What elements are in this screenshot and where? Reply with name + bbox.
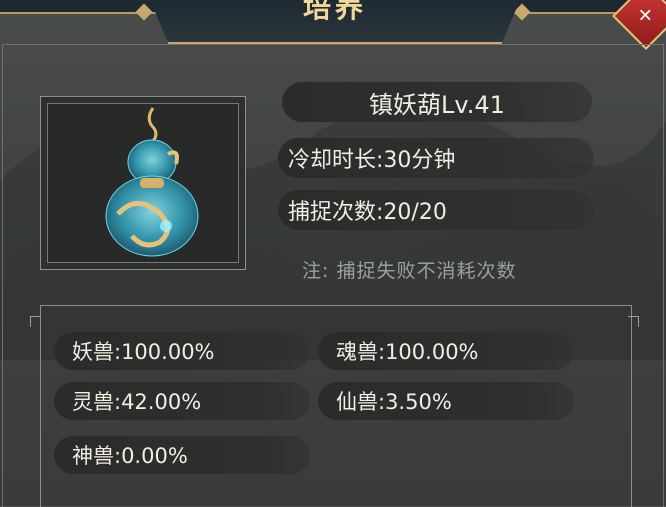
rate-shenshou: 神兽:0.00% [54, 436, 310, 474]
rate-xianshou: 仙兽:3.50% [318, 382, 574, 420]
close-icon: ✕ [638, 5, 654, 27]
gourd-icon [105, 107, 199, 257]
item-image-inner [47, 103, 239, 263]
frame-corner [628, 316, 639, 327]
rate-yaoshou: 妖兽:100.00% [54, 332, 310, 370]
cooldown-text: 冷却时长:30分钟 [278, 138, 594, 178]
rate-lingshou: 灵兽:42.00% [54, 382, 310, 420]
item-image-frame [40, 96, 246, 270]
frame-corner [30, 316, 41, 327]
title-plate: 培养 [150, 0, 520, 44]
page-title: 培养 [302, 0, 367, 24]
rate-hunshou: 魂兽:100.00% [318, 332, 574, 370]
item-name: 镇妖葫Lv.41 [282, 82, 592, 122]
note-text: 注: 捕捉失败不消耗次数 [302, 260, 517, 282]
close-button[interactable]: ✕ [612, 0, 666, 50]
capture-count: 捕捉次数:20/20 [278, 190, 594, 230]
